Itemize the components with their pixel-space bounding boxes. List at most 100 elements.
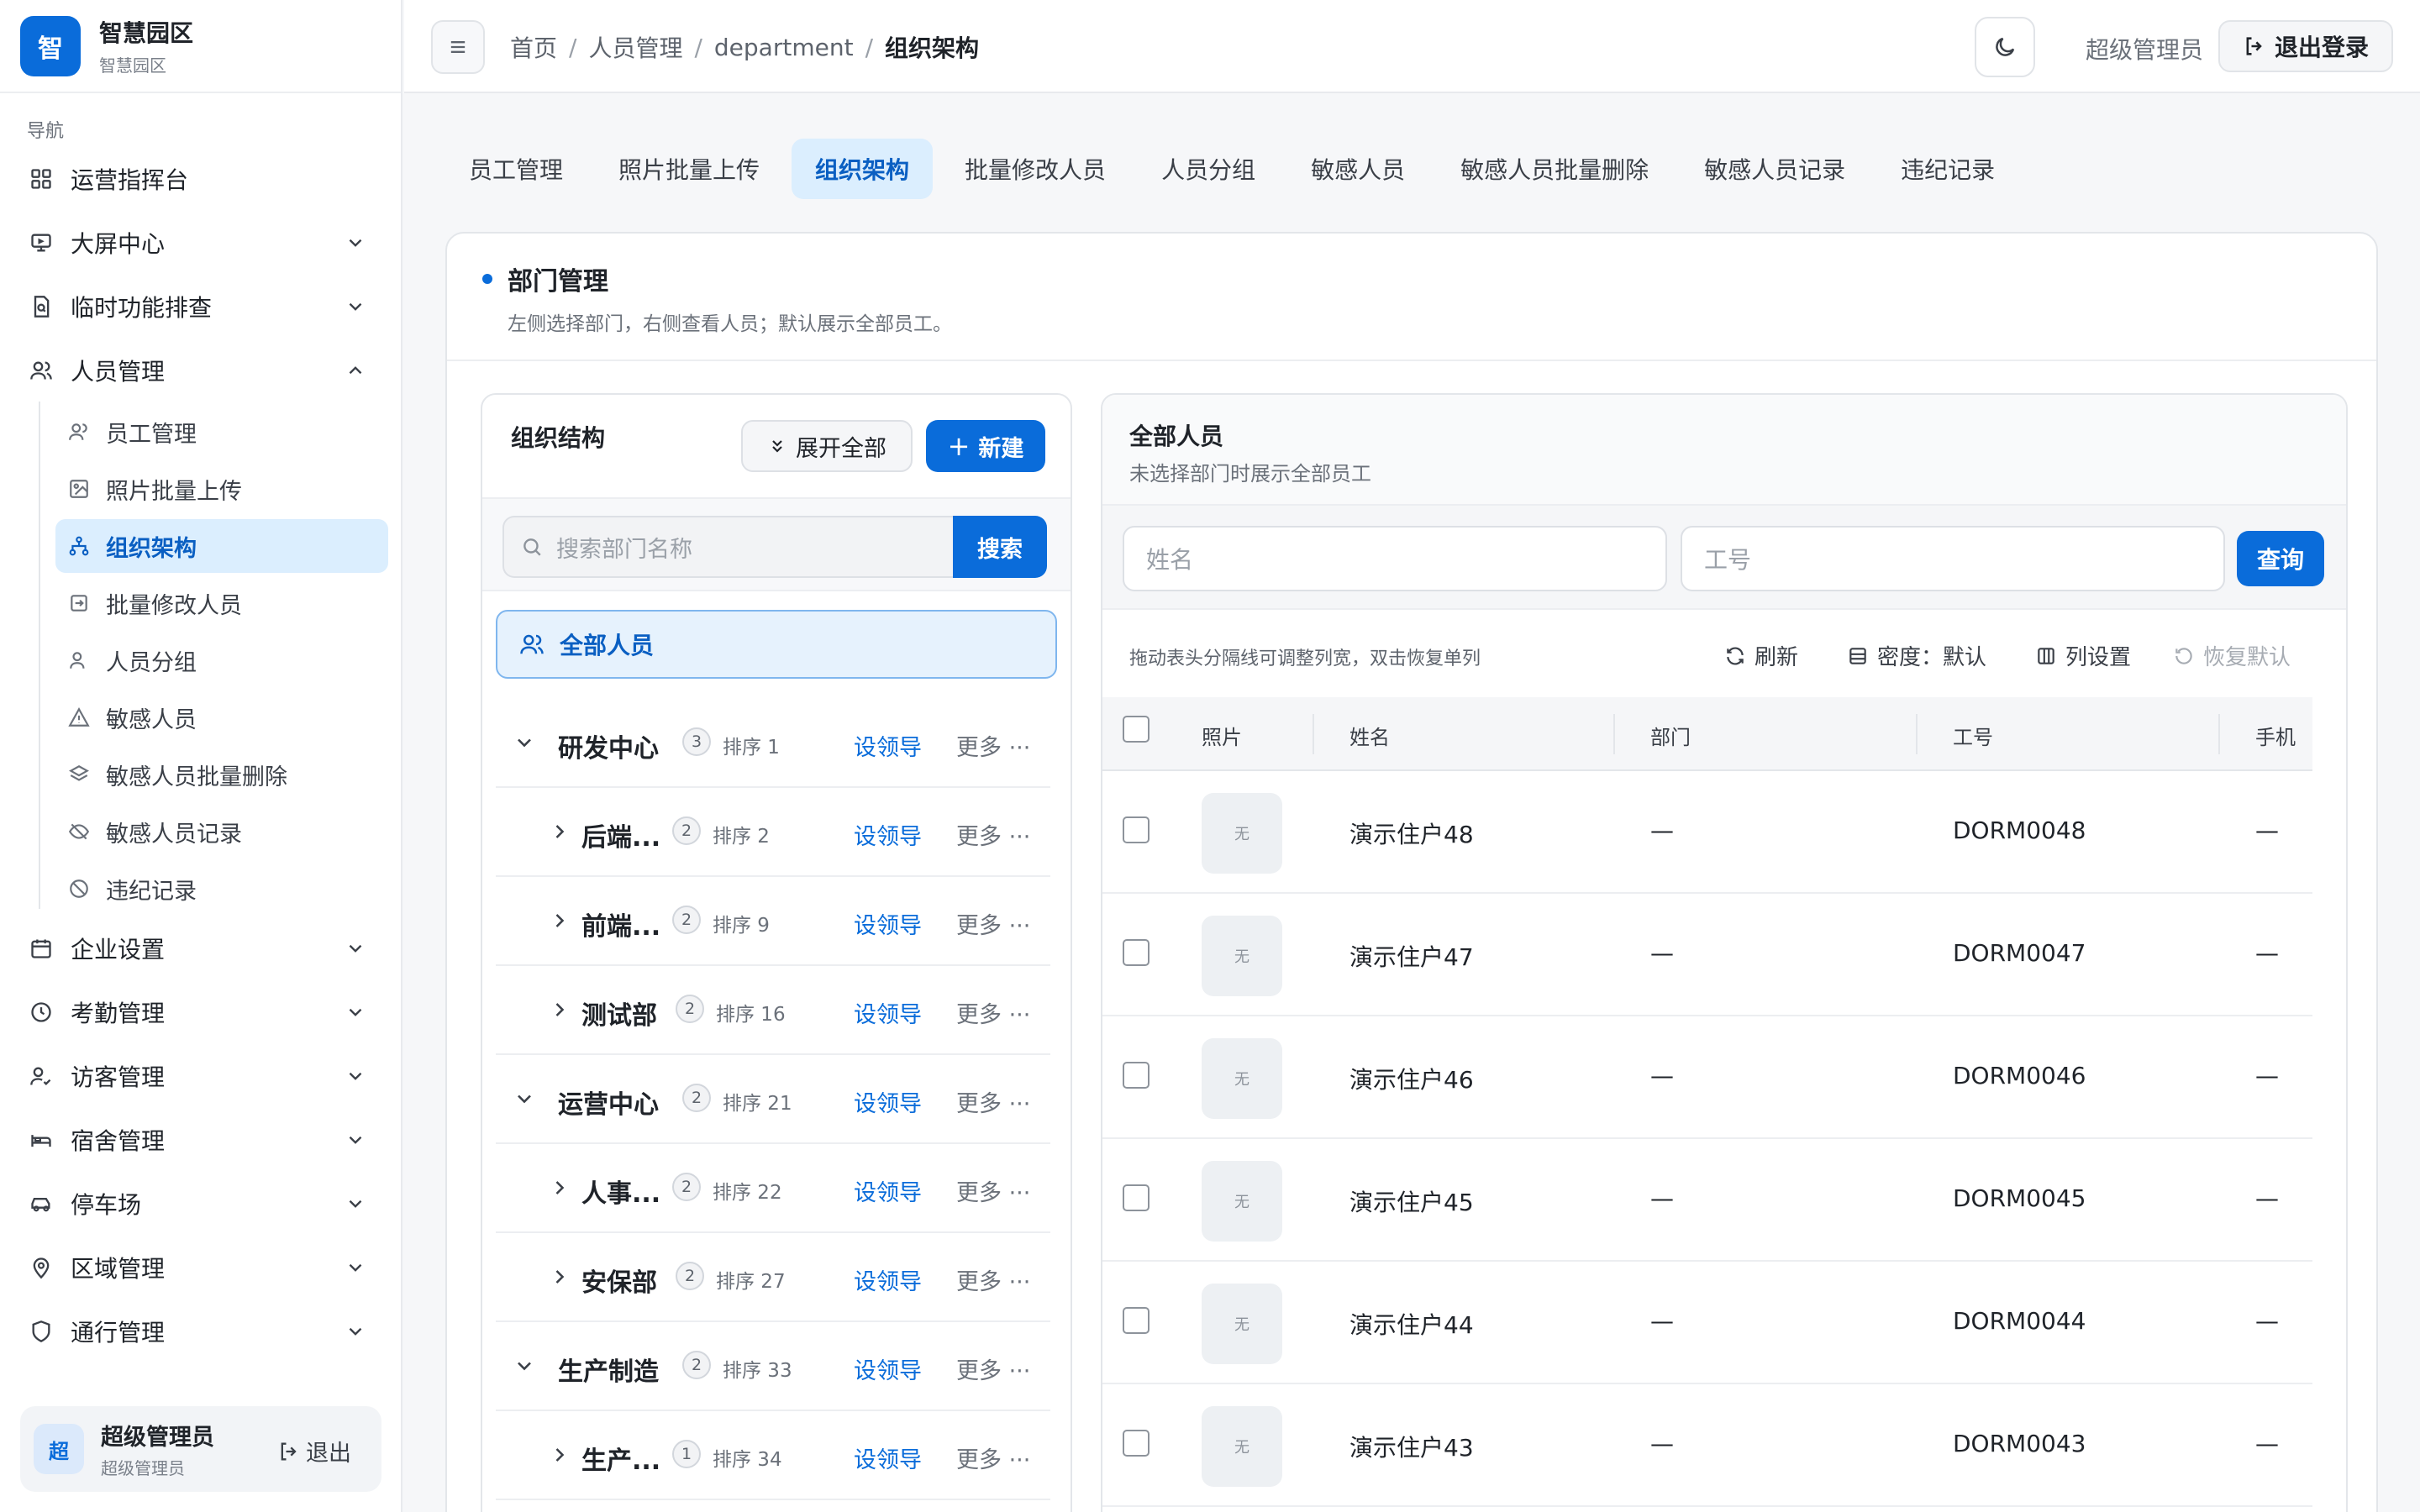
set-leader-link[interactable]: 设领导 <box>854 729 922 762</box>
row-checkbox[interactable] <box>1123 1184 1150 1211</box>
new-department-button[interactable]: + 新建 <box>926 420 1045 472</box>
tab-photo-upload[interactable]: 照片批量上传 <box>595 139 783 199</box>
chevron-down-icon[interactable] <box>513 731 536 754</box>
set-leader-link[interactable]: 设领导 <box>854 996 922 1029</box>
tree-node[interactable]: 研发中心 3 排序 1 设领导 更多 ··· <box>496 699 1050 788</box>
more-actions-link[interactable]: 更多 ··· <box>956 818 1030 851</box>
chevron-right-icon[interactable] <box>548 998 571 1021</box>
set-leader-link[interactable]: 设领导 <box>854 1352 922 1385</box>
tab-org-structure[interactable]: 组织架构 <box>792 139 934 199</box>
sub-item-sensitive-records[interactable]: 敏感人员记录 <box>55 805 388 858</box>
row-checkbox[interactable] <box>1123 1062 1150 1089</box>
nav-item-enterprise[interactable]: 企业设置 <box>18 922 385 974</box>
name-input[interactable]: 姓名 <box>1123 526 1667 591</box>
nav-item-dormitory[interactable]: 宿舍管理 <box>18 1114 385 1166</box>
column-resize-handle[interactable] <box>1613 714 1615 754</box>
tab-employee[interactable]: 员工管理 <box>445 139 587 199</box>
sub-item-org-structure[interactable]: 组织架构 <box>55 519 388 573</box>
expand-all-button[interactable]: 展开全部 <box>741 420 913 472</box>
chevron-right-icon[interactable] <box>548 1265 571 1289</box>
chevron-right-icon[interactable] <box>548 909 571 932</box>
more-actions-link[interactable]: 更多 ··· <box>956 729 1030 762</box>
tree-node[interactable]: 测试部 2 排序 16 设领导 更多 ··· <box>496 966 1050 1055</box>
row-checkbox[interactable] <box>1123 1430 1150 1457</box>
query-button[interactable]: 查询 <box>2237 531 2324 586</box>
chevron-down-icon[interactable] <box>513 1087 536 1110</box>
chevron-right-icon[interactable] <box>548 820 571 843</box>
column-resize-handle[interactable] <box>1313 714 1314 754</box>
nav-item-temp-check[interactable]: 临时功能排查 <box>18 281 385 333</box>
chevron-down-icon[interactable] <box>513 1354 536 1378</box>
tab-sensitive[interactable]: 敏感人员 <box>1287 139 1428 199</box>
tree-node[interactable]: 前端... 2 排序 9 设领导 更多 ··· <box>496 877 1050 966</box>
column-resize-handle[interactable] <box>2218 714 2220 754</box>
table-row[interactable]: 无 演示住户43 — DORM0043 — <box>1102 1384 2312 1507</box>
row-checkbox[interactable] <box>1123 816 1150 843</box>
table-row[interactable]: 无 演示住户48 — DORM0048 — <box>1102 771 2312 894</box>
row-checkbox[interactable] <box>1123 1307 1150 1334</box>
all-people-node[interactable]: 全部人员 <box>496 610 1057 679</box>
sub-item-photo-upload[interactable]: 照片批量上传 <box>55 462 388 516</box>
employee-id-input[interactable]: 工号 <box>1681 526 2225 591</box>
nav-item-visitor[interactable]: 访客管理 <box>18 1050 385 1102</box>
nav-item-access[interactable]: 通行管理 <box>18 1305 385 1357</box>
tree-node[interactable]: 生产制造 2 排序 33 设领导 更多 ··· <box>496 1322 1050 1411</box>
sub-item-groups[interactable]: 人员分组 <box>55 633 388 687</box>
tree-node[interactable]: 后端... 2 排序 2 设领导 更多 ··· <box>496 788 1050 877</box>
set-leader-link[interactable]: 设领导 <box>854 1263 922 1296</box>
sub-item-violations[interactable]: 违纪记录 <box>55 862 388 916</box>
nav-item-area[interactable]: 区域管理 <box>18 1242 385 1294</box>
table-row[interactable]: 无 演示住户45 — DORM0045 — <box>1102 1139 2312 1262</box>
refresh-button[interactable]: 刷新 <box>1724 640 1798 671</box>
nav-item-personnel[interactable]: 人员管理 <box>18 344 385 396</box>
reset-default-button[interactable]: 恢复默认 <box>2173 640 2291 671</box>
tab-batch-edit[interactable]: 批量修改人员 <box>941 139 1129 199</box>
logout-button[interactable]: 退出登录 <box>2218 20 2393 72</box>
row-checkbox[interactable] <box>1123 939 1150 966</box>
chevron-right-icon[interactable] <box>548 1176 571 1200</box>
tab-sensitive-records[interactable]: 敏感人员记录 <box>1681 139 1869 199</box>
table-row[interactable]: 无 演示住户44 — DORM0044 — <box>1102 1262 2312 1384</box>
column-settings-button[interactable]: 列设置 <box>2035 640 2131 671</box>
density-button[interactable]: 密度：默认 <box>1847 640 1986 671</box>
nav-item-dashboard[interactable]: 运营指挥台 <box>18 153 385 205</box>
set-leader-link[interactable]: 设领导 <box>854 907 922 940</box>
set-leader-link[interactable]: 设领导 <box>854 1085 922 1118</box>
sidebar-logout-button[interactable]: 退出 <box>277 1435 351 1467</box>
department-search-input[interactable]: 搜索部门名称 <box>502 516 955 578</box>
more-actions-link[interactable]: 更多 ··· <box>956 1352 1030 1385</box>
nav-item-screen-center[interactable]: 大屏中心 <box>18 217 385 269</box>
tree-node[interactable]: 运营中心 2 排序 21 设领导 更多 ··· <box>496 1055 1050 1144</box>
sub-item-batch-edit[interactable]: 批量修改人员 <box>55 576 388 630</box>
department-search-button[interactable]: 搜索 <box>953 516 1047 578</box>
tree-node[interactable]: 安保部 2 排序 27 设领导 更多 ··· <box>496 1233 1050 1322</box>
table-row[interactable]: 无 演示住户46 — DORM0046 — <box>1102 1016 2312 1139</box>
select-all-checkbox[interactable] <box>1123 716 1150 743</box>
more-actions-link[interactable]: 更多 ··· <box>956 907 1030 940</box>
nav-item-attendance[interactable]: 考勤管理 <box>18 986 385 1038</box>
sub-item-sensitive-batch-delete[interactable]: 敏感人员批量删除 <box>55 748 388 801</box>
tab-groups[interactable]: 人员分组 <box>1138 139 1279 199</box>
tree-node[interactable]: 人事... 2 排序 22 设领导 更多 ··· <box>496 1144 1050 1233</box>
set-leader-link[interactable]: 设领导 <box>854 1441 922 1474</box>
breadcrumb-personnel[interactable]: 人员管理 <box>588 30 682 64</box>
tab-violations[interactable]: 违纪记录 <box>1877 139 2018 199</box>
breadcrumb-home[interactable]: 首页 <box>510 30 557 64</box>
theme-toggle-button[interactable] <box>1975 17 2035 77</box>
menu-toggle-button[interactable] <box>431 20 485 74</box>
chevron-right-icon[interactable] <box>548 1443 571 1467</box>
more-actions-link[interactable]: 更多 ··· <box>956 1085 1030 1118</box>
more-actions-link[interactable]: 更多 ··· <box>956 1174 1030 1207</box>
set-leader-link[interactable]: 设领导 <box>854 818 922 851</box>
table-row[interactable]: 无 演示住户47 — DORM0047 — <box>1102 894 2312 1016</box>
tab-sensitive-batch-delete[interactable]: 敏感人员批量删除 <box>1437 139 1672 199</box>
sub-item-sensitive[interactable]: 敏感人员 <box>55 690 388 744</box>
sub-item-employee[interactable]: 员工管理 <box>55 405 388 459</box>
breadcrumb-department[interactable]: department <box>714 34 854 61</box>
nav-item-parking[interactable]: 停车场 <box>18 1178 385 1230</box>
set-leader-link[interactable]: 设领导 <box>854 1174 922 1207</box>
more-actions-link[interactable]: 更多 ··· <box>956 1441 1030 1474</box>
more-actions-link[interactable]: 更多 ··· <box>956 996 1030 1029</box>
column-resize-handle[interactable] <box>1916 714 1918 754</box>
tree-node[interactable]: 生产... 1 排序 34 设领导 更多 ··· <box>496 1411 1050 1500</box>
